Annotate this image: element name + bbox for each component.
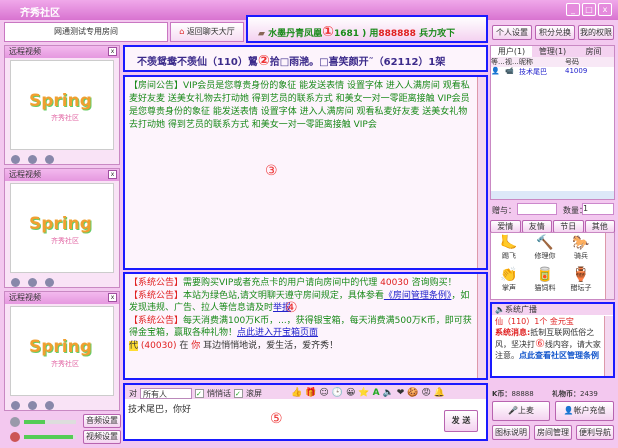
maximize-button[interactable]: □ (582, 3, 596, 16)
tab-back-hall[interactable]: ⌂ 返回聊天大厅 (170, 22, 244, 42)
personal-settings-button[interactable]: 个人设置 (492, 25, 532, 40)
treasure-link[interactable]: 点此进入开宝箱页面 (237, 328, 318, 338)
gift-item[interactable]: 🔨 修理你 (527, 235, 563, 267)
video-panel-1: 远程视频 x Spring 齐秀社区 (4, 45, 120, 165)
mic-icon (10, 432, 20, 442)
gift-grid: 🦶 踢飞 🔨 修理你 🐎 骑兵 👏 掌声 🥫 猫饲料 🏺 醋坛子 (490, 232, 615, 300)
gift-item[interactable]: 🏺 醋坛子 (563, 267, 599, 299)
zoom-icon[interactable] (45, 278, 54, 287)
points-exchange-button[interactable]: 积分兑换 (535, 25, 575, 40)
recipient-select[interactable]: 所有人 (140, 387, 192, 399)
gift-item[interactable]: 🥫 猫饲料 (527, 267, 563, 299)
settings-icon[interactable] (28, 278, 37, 287)
horizontal-scrollbar[interactable] (491, 191, 614, 199)
zoom-icon[interactable] (45, 401, 54, 410)
announcement-area: 【房间公告】VIP会员是您尊贵身份的象征 能发送表情 设置字体 进入人满房间 观… (123, 75, 488, 270)
gift-icon: ▰ (258, 29, 265, 39)
mic-up-button[interactable]: 🎤上麦 (492, 401, 550, 421)
home-icon: ⌂ (179, 27, 185, 36)
user-list: 用户(1) 管理(1) 房间 等... 视... 昵称 号码 👤 📹 技术尾巴 41009 (490, 45, 615, 200)
gift-item[interactable]: 🦶 踢飞 (491, 235, 527, 267)
room-manage-button[interactable]: 房间管理 (534, 425, 572, 440)
gift-item[interactable]: 👏 掌声 (491, 267, 527, 299)
gift-item[interactable]: 🐎 骑兵 (563, 235, 599, 267)
give-to-select[interactable] (517, 203, 557, 215)
speaker-icon: 🔈 (495, 305, 505, 314)
recharge-button[interactable]: 👤帐户充值 (555, 401, 614, 421)
scroll-checkbox[interactable]: ✓ (234, 388, 243, 398)
scrollbar[interactable] (604, 316, 613, 376)
back-label: 返回聊天大厅 (186, 27, 235, 36)
icon-help-button[interactable]: 图标说明 (492, 425, 530, 440)
message-input[interactable]: 技术尾巴，你好 (125, 399, 486, 418)
scrollbar[interactable] (477, 274, 486, 378)
minimize-button[interactable]: _ (566, 3, 580, 16)
user-icon: 👤 (563, 406, 574, 415)
agent-badge: 代 (129, 340, 139, 351)
chat-messages: 【系统公告】需要购买VIP或者充点卡的用户请向房间中的代理 40030 咨询购买… (123, 272, 488, 380)
tab-users[interactable]: 用户(1) (491, 46, 532, 57)
rules-link[interactable]: 点此查看社区管理条例 (519, 351, 599, 360)
camera-icon[interactable] (11, 401, 20, 410)
emoji-toolbar[interactable]: 👍🎁☺🕒😀⭐A🔈❤🍪😡🔔 (291, 388, 448, 398)
audio-slider[interactable] (24, 420, 76, 424)
input-area: 对所有人 ✓ 悄悄话 ✓ 滚屏 👍🎁☺🕒😀⭐A🔈❤🍪😡🔔 技术尾巴，你好 ⑤ 发 送 (123, 383, 488, 441)
rules-link[interactable]: 《房间管理条例》 (384, 291, 452, 301)
tab-room[interactable]: 网通测试专用房间 (4, 22, 168, 42)
navigation-button[interactable]: 便利导航 (576, 425, 614, 440)
user-row[interactable]: 👤 📹 技术尾巴 41009 (491, 67, 614, 78)
video-panel-3: 远程视频 x Spring 齐秀社区 (4, 291, 120, 411)
settings-icon[interactable] (28, 401, 37, 410)
app-title: 齐秀社区 (20, 8, 60, 19)
quantity-select[interactable]: 1 (582, 203, 614, 215)
video-slider[interactable] (24, 435, 76, 439)
video-settings-button[interactable]: 视频设置 (83, 430, 121, 444)
marquee-top: ▰ 水墨丹青凤凰①1681 ) 用888888 兵力攻下 (246, 15, 488, 43)
close-icon[interactable]: x (108, 293, 117, 302)
whisper-checkbox[interactable]: ✓ (195, 388, 204, 398)
settings-icon[interactable] (28, 155, 37, 164)
speaker-icon (10, 417, 20, 427)
camera-icon[interactable] (11, 155, 20, 164)
close-icon[interactable]: x (108, 170, 117, 179)
mic-icon: 🎤 (508, 406, 518, 415)
audio-settings-button[interactable]: 音频设置 (83, 414, 121, 428)
my-permissions-button[interactable]: 我的权限 (578, 25, 614, 40)
zoom-icon[interactable] (45, 155, 54, 164)
system-broadcast: 🔈系统广播 仙（110）1个 金元宝 系统消息:抵制互联网低俗之风，坚决打⑥线内容… (490, 302, 615, 378)
tab-admins[interactable]: 管理(1) (532, 46, 573, 57)
scrollbar[interactable] (477, 77, 486, 268)
close-button[interactable]: x (598, 3, 612, 16)
video-panel-2: 远程视频 x Spring 齐秀社区 (4, 168, 120, 288)
scrollbar[interactable] (605, 233, 614, 299)
marquee-gift: 不羡鸳鸯不羡仙（110）鶦②拾□雨滟。□喜笑颜开˜（62112）1架 (123, 45, 488, 72)
camera-icon[interactable] (11, 278, 20, 287)
tab-rooms[interactable]: 房间 (573, 46, 614, 57)
close-icon[interactable]: x (108, 47, 117, 56)
send-button[interactable]: 发 送 (444, 410, 478, 432)
